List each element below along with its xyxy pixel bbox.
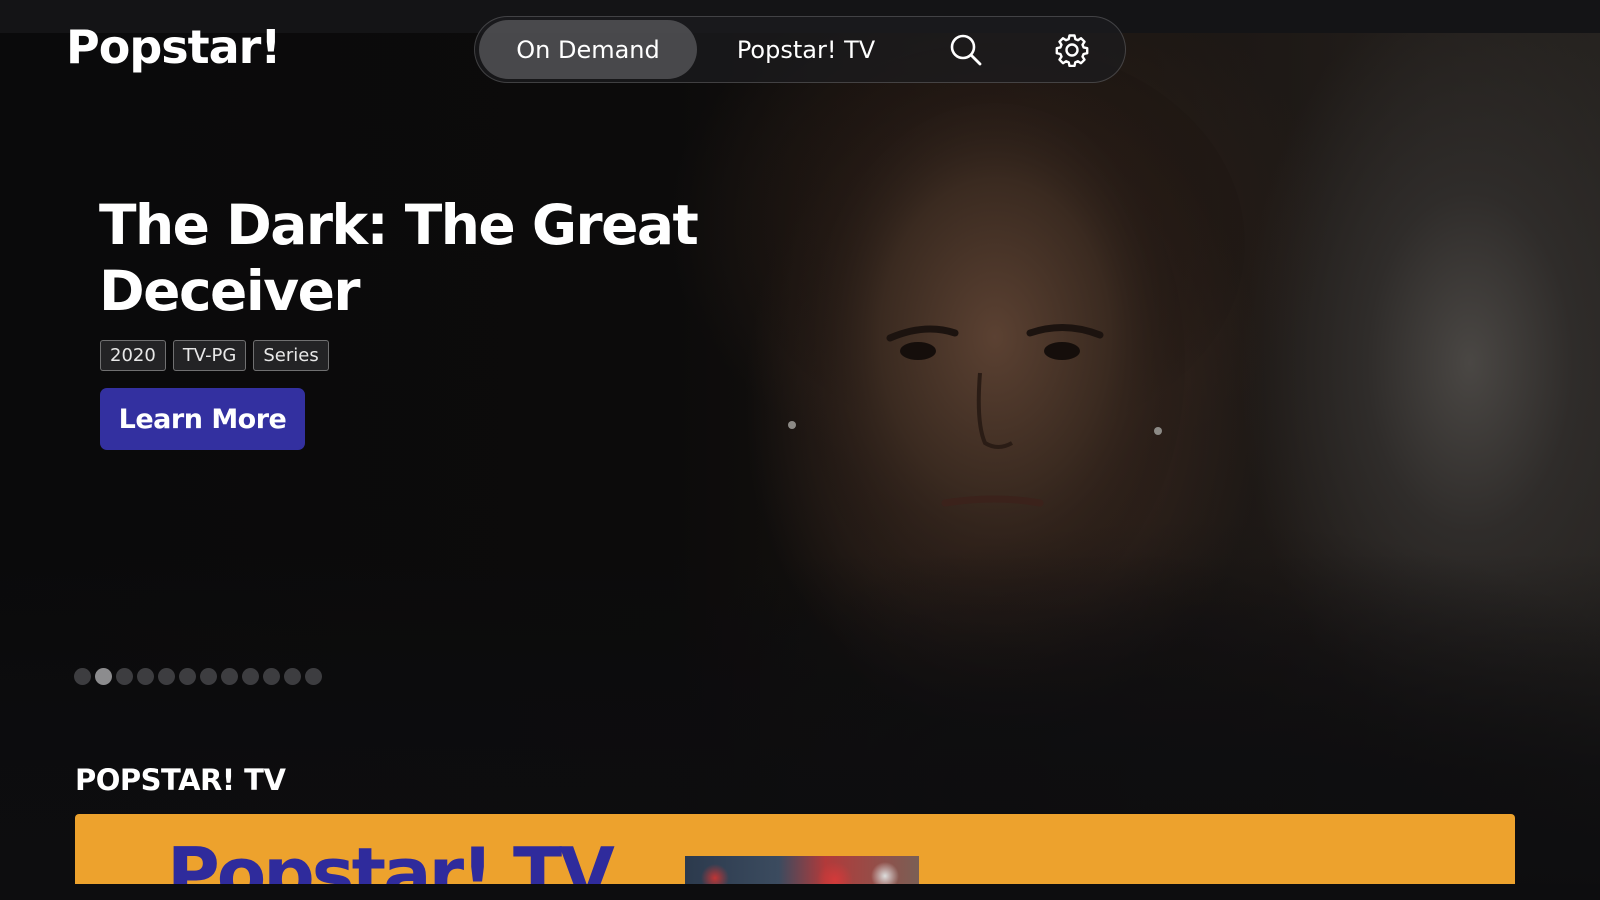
carousel-dot[interactable] <box>284 668 301 685</box>
tab-on-demand[interactable]: On Demand <box>479 20 697 79</box>
hero-badges: 2020 TV-PG Series <box>100 340 329 371</box>
section-title: POPSTAR! TV <box>75 763 286 797</box>
tab-popstar-tv[interactable]: Popstar! TV <box>711 20 901 79</box>
carousel-dot[interactable] <box>305 668 322 685</box>
card-thumbnail <box>685 856 919 884</box>
year-badge: 2020 <box>100 340 166 371</box>
type-badge: Series <box>253 340 329 371</box>
carousel-dot[interactable] <box>116 668 133 685</box>
carousel-dot[interactable] <box>137 668 154 685</box>
bottom-edge <box>0 884 1600 900</box>
carousel-dot[interactable] <box>95 668 112 685</box>
carousel-dot[interactable] <box>74 668 91 685</box>
popstar-tv-card[interactable]: Popstar! TV <box>75 814 1515 884</box>
app-logo[interactable]: Popstar! <box>66 20 281 74</box>
learn-more-button[interactable]: Learn More <box>100 388 305 450</box>
top-navigation: On Demand Popstar! TV <box>474 16 1126 83</box>
carousel-dot[interactable] <box>200 668 217 685</box>
carousel-dots <box>74 668 322 685</box>
hero-title: The Dark: The Great Deceiver <box>99 193 699 323</box>
carousel-dot[interactable] <box>179 668 196 685</box>
carousel-dot[interactable] <box>158 668 175 685</box>
carousel-dot[interactable] <box>263 668 280 685</box>
rating-badge: TV-PG <box>172 340 247 371</box>
carousel-dot[interactable] <box>242 668 259 685</box>
carousel-dot[interactable] <box>221 668 238 685</box>
card-logo: Popstar! TV <box>167 832 615 884</box>
search-icon[interactable] <box>945 29 987 71</box>
gear-icon[interactable] <box>1051 29 1093 71</box>
